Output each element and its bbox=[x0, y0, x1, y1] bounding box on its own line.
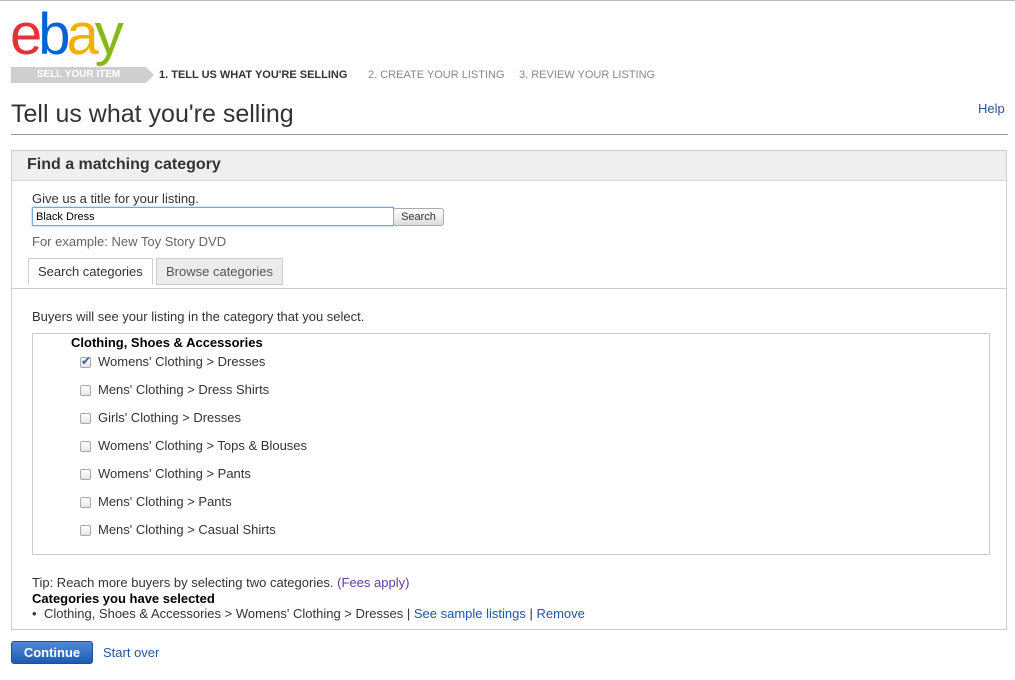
find-category-panel: Find a matching category Give us a title… bbox=[11, 150, 1007, 630]
category-label: Mens' Clothing > Casual Shirts bbox=[98, 522, 276, 537]
start-over-link[interactable]: Start over bbox=[103, 645, 159, 660]
tab-browse-categories[interactable]: Browse categories bbox=[156, 258, 283, 285]
category-checkbox[interactable] bbox=[80, 525, 91, 536]
see-sample-listings-link[interactable]: See sample listings bbox=[414, 606, 526, 621]
panel-header: Find a matching category bbox=[12, 151, 1006, 181]
bullet-point: • bbox=[32, 606, 37, 621]
category-group-heading: Clothing, Shoes & Accessories bbox=[71, 335, 263, 350]
category-checkbox[interactable] bbox=[80, 497, 91, 508]
separator: | bbox=[529, 606, 533, 621]
category-label: Mens' Clothing > Dress Shirts bbox=[98, 382, 270, 397]
category-checkbox[interactable] bbox=[80, 413, 91, 424]
tip-label: Tip: Reach more buyers by selecting two … bbox=[32, 575, 334, 590]
fees-apply-link[interactable]: (Fees apply) bbox=[337, 575, 409, 590]
title-divider bbox=[11, 134, 1008, 135]
selected-category-path: Clothing, Shoes & Accessories > Womens' … bbox=[44, 606, 404, 621]
category-label: Mens' Clothing > Pants bbox=[98, 494, 232, 509]
title-prompt: Give us a title for your listing. bbox=[32, 191, 199, 206]
logo-letter-y: y bbox=[94, 2, 124, 67]
step-1: 1. TELL US WHAT YOU'RE SELLING bbox=[159, 69, 348, 81]
category-checkbox[interactable] bbox=[80, 469, 91, 480]
category-checkbox[interactable] bbox=[80, 385, 91, 396]
tab-search-categories[interactable]: Search categories bbox=[28, 258, 153, 285]
step-3: 3. REVIEW YOUR LISTING bbox=[519, 69, 656, 81]
sell-your-item-badge: SELL YOUR ITEM bbox=[11, 67, 154, 83]
selected-category-item: • Clothing, Shoes & Accessories > Womens'… bbox=[32, 606, 585, 621]
top-border bbox=[0, 0, 1015, 1]
page-title: Tell us what you're selling bbox=[11, 100, 294, 128]
logo-letter-a: a bbox=[66, 2, 99, 67]
logo-letter-b: b bbox=[38, 2, 70, 67]
continue-button[interactable]: Continue bbox=[11, 641, 93, 664]
remove-link[interactable]: Remove bbox=[536, 606, 584, 621]
category-label: Womens' Clothing > Tops & Blouses bbox=[98, 438, 308, 453]
panel-heading: Find a matching category bbox=[27, 156, 221, 173]
ebay-logo[interactable]: ebay bbox=[10, 2, 124, 67]
logo-letter-e: e bbox=[10, 2, 42, 67]
category-label: Girls' Clothing > Dresses bbox=[98, 410, 241, 425]
search-button[interactable]: Search bbox=[393, 208, 444, 226]
separator: | bbox=[406, 606, 411, 621]
tip-text: Tip: Reach more buyers by selecting two … bbox=[32, 575, 409, 590]
title-example: For example: New Toy Story DVD bbox=[32, 234, 227, 249]
tab-divider bbox=[12, 288, 1006, 289]
listing-title-input[interactable] bbox=[32, 207, 394, 226]
category-label: Womens' Clothing > Pants bbox=[98, 466, 251, 481]
progress-steps: SELL YOUR ITEM 1. TELL US WHAT YOU'RE SE… bbox=[11, 67, 1011, 83]
help-link[interactable]: Help bbox=[978, 101, 1005, 116]
category-results: Clothing, Shoes & Accessories Womens' Cl… bbox=[32, 333, 990, 555]
step-2: 2. CREATE YOUR LISTING bbox=[368, 69, 505, 81]
category-checkbox[interactable] bbox=[80, 354, 91, 368]
selected-categories-heading: Categories you have selected bbox=[32, 591, 215, 606]
buyers-note: Buyers will see your listing in the cate… bbox=[32, 309, 365, 324]
category-checkbox[interactable] bbox=[80, 441, 91, 452]
category-label: Womens' Clothing > Dresses bbox=[98, 354, 266, 369]
